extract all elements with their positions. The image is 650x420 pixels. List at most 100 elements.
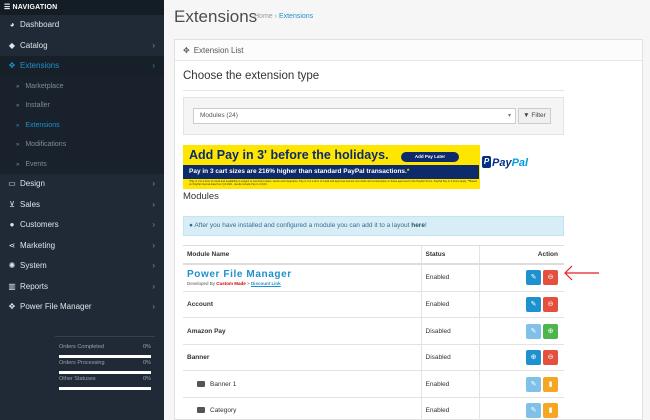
filter-label: Filter xyxy=(531,112,546,119)
submenu-item-events[interactable]: » Events xyxy=(0,154,164,174)
plus-circle-icon: ⊕ xyxy=(530,354,537,361)
minus-circle-button[interactable]: ⊖ xyxy=(543,270,558,286)
module-name-cell: Banner xyxy=(183,344,421,371)
chevron-right-icon: › xyxy=(152,302,155,311)
layout-link[interactable]: here xyxy=(411,222,425,229)
chevron-right-icon: › xyxy=(152,179,155,188)
trash-button[interactable]: ▮ xyxy=(543,402,558,418)
menu-icon: ☰ xyxy=(4,4,11,11)
chevron-right-icon: › xyxy=(152,199,155,209)
trash-icon: ▮ xyxy=(548,406,553,414)
sidebar-item-label: Extensions xyxy=(20,61,60,70)
chevron-right-icon: › xyxy=(152,281,155,291)
developer-name[interactable]: Custom Made xyxy=(216,281,246,286)
paypal-banner[interactable]: Add Pay in 3' before the holidays. Add P… xyxy=(183,145,550,189)
paypal-logo: P PayPal xyxy=(480,145,550,189)
folder-icon xyxy=(197,380,205,387)
col-status[interactable]: Status xyxy=(420,245,479,265)
sidebar-item-extensions[interactable]: ✥ Extensions › xyxy=(0,56,164,77)
gear-icon: ✺ xyxy=(8,261,16,270)
discount-link[interactable]: Discount Link xyxy=(251,281,281,286)
plus-circle-button[interactable]: ⊕ xyxy=(526,350,541,365)
double-chevron-icon: » xyxy=(16,122,20,129)
sidebar-item-power-file-manager[interactable]: ✥ Power File Manager › xyxy=(0,297,164,318)
pencil-button[interactable]: ✎ xyxy=(526,402,541,418)
col-module-name[interactable]: Module Name xyxy=(183,245,421,265)
extension-list-panel: ✥ Extension List Choose the extension typ… xyxy=(174,39,643,420)
sidebar-item-design[interactable]: ▭ Design › xyxy=(0,174,164,195)
plus-circle-button[interactable]: ⊕ xyxy=(543,323,558,339)
table-row: Category Enabled ✎ ▮ xyxy=(183,397,564,420)
progress-label: Orders Completed xyxy=(59,344,104,350)
monitor-icon: ▭ xyxy=(8,179,16,188)
sidebar-item-label: Marketing xyxy=(20,240,56,250)
panel-heading: ✥ Extension List xyxy=(175,40,642,61)
breadcrumb: Home › Extensions xyxy=(254,13,313,20)
chevron-right-icon: › xyxy=(152,261,155,270)
extension-type-select[interactable]: Modules (24) ▾ xyxy=(193,108,516,124)
module-name-cell: Account xyxy=(183,291,421,318)
sidebar-item-dashboard[interactable]: ◕ Dashboard xyxy=(0,15,164,36)
nav-header: ☰ NAVIGATION xyxy=(0,0,164,15)
sidebar-item-label: Catalog xyxy=(20,40,48,50)
submenu-item-label: Modifications xyxy=(25,141,67,148)
module-name: Category xyxy=(210,406,237,414)
submenu-item-extensions[interactable]: » Extensions xyxy=(0,115,164,135)
page-title: Extensions xyxy=(174,7,258,26)
filter-icon: ▼ xyxy=(523,112,530,119)
add-pay-later-button[interactable]: Add Pay Later xyxy=(401,152,459,162)
double-chevron-icon: » xyxy=(16,83,20,90)
pencil-button[interactable]: ✎ xyxy=(526,376,541,392)
tag-icon: ◆ xyxy=(8,40,16,50)
submenu-item-label: Installer xyxy=(25,102,50,109)
modules-heading: Modules xyxy=(183,191,219,202)
submenu-item-marketplace[interactable]: » Marketplace xyxy=(0,76,164,96)
sidebar-item-marketing[interactable]: ⋖ Marketing › xyxy=(0,236,164,257)
cart-icon: ⊻ xyxy=(9,199,15,209)
panel-heading-label: Extension List xyxy=(193,46,244,55)
sidebar-item-sales[interactable]: ⊻ Sales › xyxy=(0,195,164,216)
module-status: Disabled xyxy=(420,344,479,371)
submenu-item-label: Extensions xyxy=(25,121,60,129)
progress-bar xyxy=(59,371,151,374)
module-name: Banner 1 xyxy=(210,380,237,388)
col-action: Action xyxy=(478,245,564,265)
module-actions: ✎ ▮ xyxy=(478,397,564,420)
progress-bar xyxy=(59,355,151,358)
sidebar-item-catalog[interactable]: ◆ Catalog › xyxy=(0,36,164,57)
pencil-button[interactable]: ✎ xyxy=(526,323,541,339)
sidebar-item-label: Power File Manager xyxy=(20,302,92,311)
filter-button[interactable]: ▼ Filter xyxy=(518,108,551,124)
info-end: ! xyxy=(424,222,427,229)
module-name: Amazon Pay xyxy=(187,327,226,335)
sidebar-item-reports[interactable]: ▥ Reports › xyxy=(0,277,164,298)
module-name-cell: Banner 1 xyxy=(183,370,421,398)
table-row: Banner Disabled ⊕ ⊖ xyxy=(183,344,564,371)
pencil-button[interactable]: ✎ xyxy=(526,270,541,286)
trash-button[interactable]: ▮ xyxy=(543,376,558,392)
double-chevron-icon: » xyxy=(16,142,20,148)
progress-bar xyxy=(59,387,151,390)
module-actions: ✎ ⊖ xyxy=(478,263,564,292)
pencil-button[interactable]: ✎ xyxy=(526,297,541,312)
breadcrumb-current[interactable]: Extensions xyxy=(279,13,313,20)
module-name: Account xyxy=(187,301,213,308)
sidebar-item-system[interactable]: ✺ System › xyxy=(0,256,164,277)
chevron-right-icon: › xyxy=(152,220,155,229)
minus-circle-icon: ⊖ xyxy=(547,354,554,361)
minus-circle-button[interactable]: ⊖ xyxy=(543,350,558,365)
module-name: Power File Manager xyxy=(187,269,292,281)
bar-chart-icon: ▥ xyxy=(8,281,16,291)
pencil-icon: ✎ xyxy=(530,301,537,308)
table-row: Account Enabled ✎ ⊖ xyxy=(183,291,564,318)
info-alert: ● After you have installed and configure… xyxy=(183,216,564,236)
order-progress-box: Orders Completed 0% Orders Processing 0% Oth… xyxy=(55,336,155,390)
sidebar-item-customers[interactable]: ● Customers › xyxy=(0,215,164,236)
submenu-item-modifications[interactable]: » Modifications xyxy=(0,135,164,155)
double-chevron-icon: » xyxy=(16,103,20,109)
breadcrumb-home[interactable]: Home xyxy=(254,13,273,20)
puzzle-icon: ✥ xyxy=(8,302,16,311)
sidebar-item-label: System xyxy=(20,261,47,270)
submenu-item-installer[interactable]: » Installer xyxy=(0,96,164,116)
minus-circle-button[interactable]: ⊖ xyxy=(543,297,558,312)
